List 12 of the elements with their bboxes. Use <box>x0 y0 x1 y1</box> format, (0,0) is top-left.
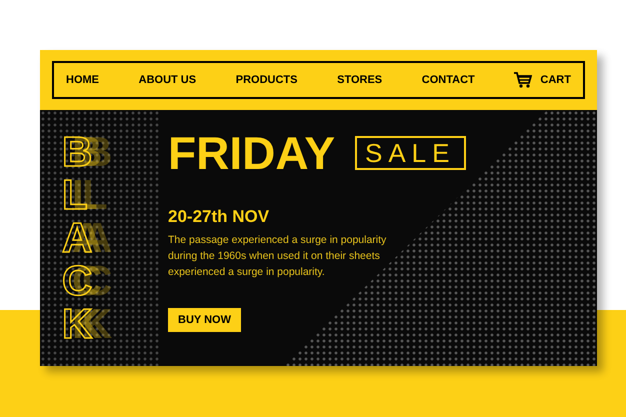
nav-link[interactable]: CONTACT <box>422 72 475 88</box>
cart-icon <box>514 72 532 88</box>
hero-title: FRIDAY <box>168 130 335 176</box>
sale-badge: SALE <box>355 136 466 170</box>
nav-link[interactable]: ABOUT US <box>138 72 196 88</box>
nav-link[interactable]: HOME <box>66 72 99 88</box>
nav-link[interactable]: PRODUCTS <box>236 72 298 88</box>
description: The passage experienced a surge in popularity during the 1960s when used it on their sheets experienced a surge in popularity. <box>168 232 388 280</box>
cart-link[interactable]: CART <box>514 72 571 88</box>
buy-now-button[interactable]: BUY NOW <box>168 308 241 332</box>
nav-link[interactable]: STORES <box>337 72 382 88</box>
date-heading: 20-27th NOV <box>168 206 270 228</box>
